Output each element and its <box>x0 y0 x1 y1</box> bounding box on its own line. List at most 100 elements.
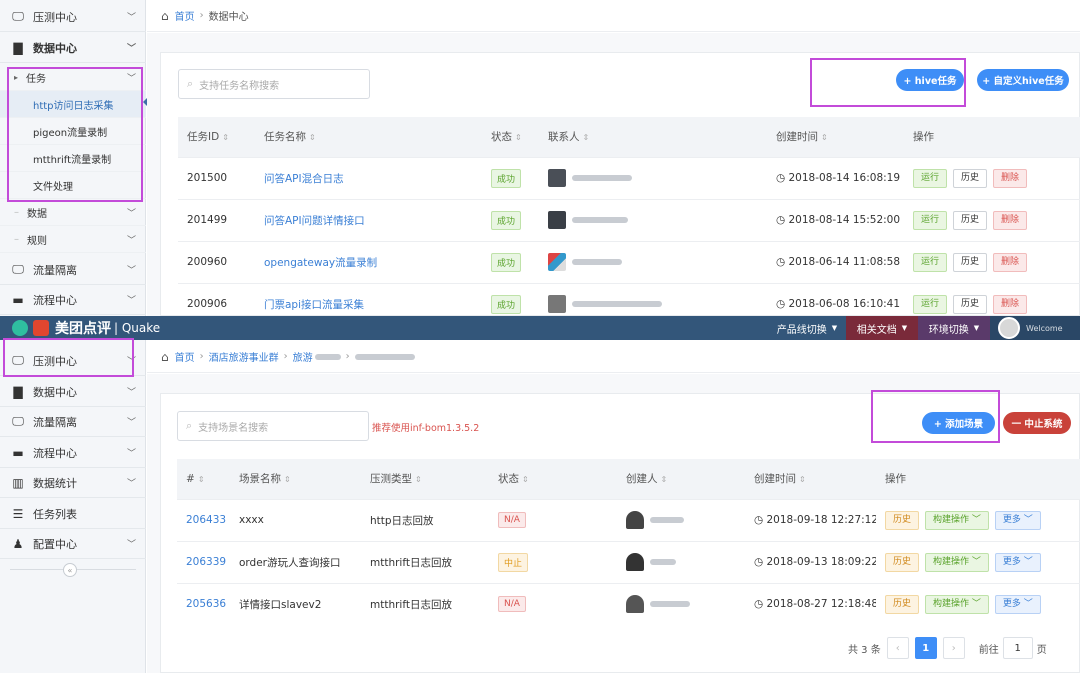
column-header-task-name[interactable]: 任务名称 ⇕ <box>255 117 482 157</box>
more-dropdown[interactable]: 更多 ﹀ <box>994 510 1041 530</box>
collapse-sidebar-button[interactable]: « <box>63 563 77 577</box>
table-row: 206339 order游玩人查询接口 mtthrift日志回放 中止 ◷ 20… <box>177 540 1080 583</box>
highlight-box-hive-button <box>810 58 966 107</box>
breadcrumb: ⌂ 首页 › 数据中心 <box>147 0 1080 32</box>
scene-id-link[interactable]: 206433 <box>177 498 230 541</box>
column-header-created[interactable]: 创建时间 ⇕ <box>745 459 876 499</box>
actions-cell: 运行 历史 删除 <box>904 198 1080 241</box>
sidebar-item-label: 数据中心 <box>33 385 77 399</box>
sidebar-item-traffic-isolation[interactable]: 🖵 流量隔离 ﹀ <box>0 255 146 285</box>
task-name-link[interactable]: opengateway流量录制 <box>255 240 482 283</box>
breadcrumb-bu-link[interactable]: 酒店旅游事业群 <box>209 349 279 364</box>
history-button[interactable]: 历史 <box>953 210 988 230</box>
redacted-name <box>572 217 628 223</box>
chevron-down-icon: ﹀ <box>126 44 136 54</box>
goto-label: 前往 <box>978 644 999 656</box>
scene-id-link[interactable]: 206339 <box>177 540 230 583</box>
search-icon: ⌕ <box>187 77 194 90</box>
delete-button[interactable]: 删除 <box>993 210 1028 230</box>
run-button[interactable]: 运行 <box>913 210 948 230</box>
column-header-contact[interactable]: 联系人 ⇕ <box>539 117 767 157</box>
column-header-task-id[interactable]: 任务ID ⇕ <box>178 117 255 157</box>
task-search-input[interactable]: ⌕ 支持任务名称搜索 <box>178 69 370 99</box>
column-header-status[interactable]: 状态 ⇕ <box>489 459 617 499</box>
goto-page-input[interactable]: 1 <box>1002 637 1033 659</box>
test-type-cell: mtthrift日志回放 <box>361 582 489 625</box>
contact-cell <box>539 198 767 241</box>
breadcrumb-home-link[interactable]: 首页 <box>175 349 195 364</box>
highlight-box-task-menu <box>7 67 143 202</box>
sort-icon: ⇕ <box>284 475 291 485</box>
sidebar-item-workflow[interactable]: ▬ 流程中心 ﹀ <box>0 438 146 468</box>
history-button[interactable]: 历史 <box>953 294 988 314</box>
column-header-test-type[interactable]: 压测类型 ⇕ <box>361 459 489 499</box>
add-custom-hive-task-button[interactable]: + 自定义hive任务 <box>977 69 1069 91</box>
delete-button[interactable]: 删除 <box>993 252 1028 272</box>
column-header-id[interactable]: # ⇕ <box>177 459 230 499</box>
history-button[interactable]: 历史 <box>885 510 920 530</box>
sidebar-item-task-list[interactable]: ☰ 任务列表 <box>0 499 146 529</box>
run-button[interactable]: 运行 <box>913 294 948 314</box>
redacted-name <box>650 559 676 565</box>
sort-icon: ⇕ <box>660 475 668 485</box>
sidebar-item-stress-center[interactable]: 🖵 压测中心 ﹀ <box>0 2 146 32</box>
version-hint: 推荐使用inf-bom1.3.5.2 <box>372 423 480 434</box>
column-header-status[interactable]: 状态 ⇕ <box>482 117 539 157</box>
sidebar-group-rules[interactable]: – 规则 ﹀ <box>0 226 146 253</box>
created-time-cell: ◷ 2018-08-14 15:52:00 <box>767 198 904 241</box>
history-button[interactable]: 历史 <box>953 252 988 272</box>
sidebar-item-config-center[interactable]: ♟ 配置中心 ﹀ <box>0 529 146 559</box>
more-dropdown[interactable]: 更多 ﹀ <box>994 552 1041 572</box>
nav-env-switch[interactable]: 环境切换 ▼ <box>918 316 990 340</box>
total-count: 共 3 条 <box>848 644 881 656</box>
sidebar-item-label: 任务列表 <box>33 507 77 521</box>
build-dropdown[interactable]: 构建操作 ﹀ <box>925 510 989 530</box>
history-button[interactable]: 历史 <box>885 594 920 614</box>
breadcrumb-team-link[interactable]: 旅游 <box>293 349 313 364</box>
next-page-button[interactable]: › <box>942 637 965 659</box>
run-button[interactable]: 运行 <box>913 252 948 272</box>
column-header-created[interactable]: 创建时间 ⇕ <box>767 117 904 157</box>
history-button[interactable]: 历史 <box>953 168 988 188</box>
more-dropdown[interactable]: 更多 ﹀ <box>994 594 1041 614</box>
prev-page-button[interactable]: ‹ <box>886 637 909 659</box>
column-header-scene-name[interactable]: 场景名称 ⇕ <box>230 459 361 499</box>
task-id-cell: 200960 <box>178 240 255 283</box>
breadcrumb-separator: › <box>283 351 288 362</box>
column-header-creator[interactable]: 创建人 ⇕ <box>617 459 745 499</box>
clock-icon: ◷ <box>776 256 789 268</box>
build-dropdown[interactable]: 构建操作 ﹀ <box>925 594 989 614</box>
table-row: 206433 xxxx http日志回放 N/A ◷ 2018-09-18 12… <box>177 498 1080 541</box>
highlight-box-stress-center <box>3 338 134 377</box>
clock-icon: ◷ <box>754 514 767 526</box>
history-button[interactable]: 历史 <box>885 552 920 572</box>
delete-button[interactable]: 删除 <box>993 294 1028 314</box>
sidebar-item-traffic-isolation[interactable]: 🖵 流量隔离 ﹀ <box>0 407 146 437</box>
task-name-link[interactable]: 问答API混合日志 <box>255 156 482 199</box>
user-menu[interactable]: Welcome <box>990 316 1080 340</box>
page-1-button[interactable]: 1 <box>914 637 937 659</box>
status-badge: 成功 <box>491 252 522 272</box>
run-button[interactable]: 运行 <box>913 168 948 188</box>
delete-button[interactable]: 删除 <box>993 168 1028 188</box>
task-name-link[interactable]: 问答API问题详情接口 <box>255 198 482 241</box>
table-header-row: 任务ID ⇕ 任务名称 ⇕ 状态 ⇕ 联系人 ⇕ 创建时间 ⇕ 操作 <box>178 117 1080 157</box>
sidebar-item-label: 流程中心 <box>33 446 77 460</box>
sidebar-item-data-center[interactable]: ▇ 数据中心 ﹀ <box>0 377 146 407</box>
stop-system-button[interactable]: 一 中止系统 <box>1003 412 1071 434</box>
breadcrumb-separator: › <box>199 351 204 362</box>
sidebar-item-statistics[interactable]: ▥ 数据统计 ﹀ <box>0 468 146 498</box>
folder-icon: ▇ <box>13 40 23 55</box>
sidebar-item-label: 数据中心 <box>33 41 77 55</box>
build-dropdown[interactable]: 构建操作 ﹀ <box>925 552 989 572</box>
scene-name-cell: order游玩人查询接口 <box>230 540 361 583</box>
sidebar-group-data[interactable]: – 数据 ﹀ <box>0 199 146 226</box>
sidebar-item-data-center[interactable]: ▇ 数据中心 ﹀ <box>0 33 146 63</box>
redacted-name <box>650 517 684 523</box>
breadcrumb-home-link[interactable]: 首页 <box>175 8 195 23</box>
scene-search-input[interactable]: ⌕ 支持场景名搜索 <box>177 411 369 441</box>
scene-id-link[interactable]: 205636 <box>177 582 230 625</box>
nav-product-switch[interactable]: 产品线切换 ▼ <box>768 316 846 340</box>
sidebar-item-workflow[interactable]: ▬ 流程中心 ﹀ <box>0 285 146 315</box>
nav-docs[interactable]: 相关文档 ▼ <box>846 316 918 340</box>
